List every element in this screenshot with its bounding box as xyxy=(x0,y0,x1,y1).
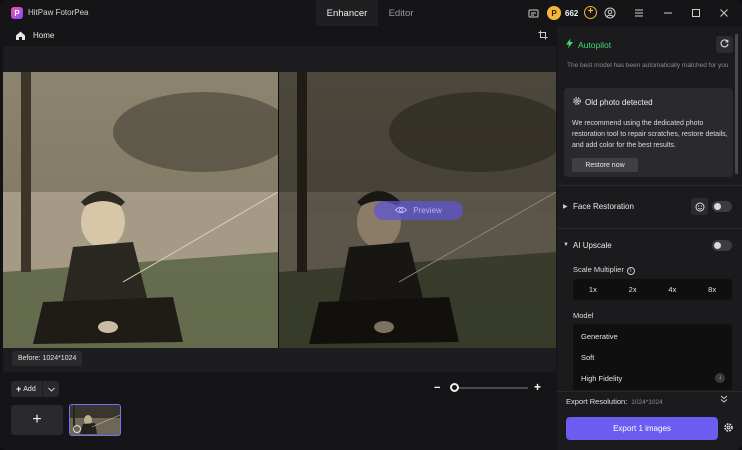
add-dropdown-chevron-icon[interactable] xyxy=(42,381,59,397)
scale-option-8x[interactable]: 8x xyxy=(692,279,732,300)
autopilot-label: Autopilot xyxy=(578,40,612,50)
credits-badge[interactable]: P 662 + xyxy=(547,5,597,21)
preview-button[interactable]: Preview xyxy=(374,201,463,220)
scale-multiplier-text: Scale Multiplier xyxy=(573,265,624,274)
scale-multiplier-label: Scale Multiplier i xyxy=(573,265,635,275)
download-icon[interactable]: ↓ xyxy=(715,373,725,383)
coin-icon: P xyxy=(547,6,561,20)
preview-label: Preview xyxy=(413,206,442,215)
before-resolution-label: Before: 1024*1024 xyxy=(12,351,83,366)
maximize-icon[interactable] xyxy=(689,6,703,20)
scale-option-1x[interactable]: 1x xyxy=(573,279,613,300)
export-button[interactable]: Export 1 images xyxy=(566,417,718,440)
credits-count: 662 xyxy=(565,8,579,18)
image-canvas[interactable]: Preview Before: 1024*1024 xyxy=(3,46,556,372)
autopilot-row: Autopilot xyxy=(565,36,733,54)
app-logo-icon: P xyxy=(11,7,23,19)
autopilot-description: The best model has been automatically ma… xyxy=(567,62,729,69)
info-icon[interactable]: i xyxy=(626,267,635,275)
face-restoration-label: Face Restoration xyxy=(573,202,634,211)
home-icon[interactable] xyxy=(15,30,27,42)
image-thumbnail[interactable] xyxy=(69,404,121,436)
mode-tabs: Enhancer Editor xyxy=(316,0,424,26)
app-title: HitPaw FotorPea xyxy=(28,8,89,17)
home-bar: Home xyxy=(0,26,556,46)
refresh-icon xyxy=(720,39,729,50)
face-restoration-toggle[interactable] xyxy=(712,201,732,212)
model-list: Generative Soft High Fidelity ↓ xyxy=(573,324,732,390)
expand-triangle-icon: ▶ xyxy=(563,204,568,210)
panel-scrollbar[interactable] xyxy=(735,34,738,174)
add-label: Add xyxy=(23,385,36,393)
home-link[interactable]: Home xyxy=(33,31,54,40)
zoom-out-button[interactable]: − xyxy=(434,382,442,394)
plus-icon: + xyxy=(16,384,22,394)
bolt-icon xyxy=(565,38,574,52)
image-tray: + Add − + + xyxy=(0,372,556,450)
scale-multiplier-options: 1x 2x 4x 8x xyxy=(573,279,732,300)
tab-editor[interactable]: Editor xyxy=(378,0,424,26)
section-divider xyxy=(557,391,742,392)
export-resolution-label: Export Resolution: xyxy=(566,397,628,406)
restore-now-button[interactable]: Restore now xyxy=(572,158,638,172)
model-label: Model xyxy=(573,311,594,320)
face-restoration-row[interactable]: ▶ Face Restoration xyxy=(563,198,733,216)
zoom-slider-handle[interactable] xyxy=(450,383,459,392)
old-photo-title: Old photo detected xyxy=(585,98,653,107)
add-credits-icon[interactable]: + xyxy=(584,6,597,19)
close-icon[interactable] xyxy=(717,6,731,20)
refresh-button[interactable] xyxy=(716,36,733,53)
add-image-tile[interactable]: + xyxy=(11,405,63,435)
model-option-generative[interactable]: Generative xyxy=(581,332,618,341)
title-bar: P HitPaw FotorPea Enhancer Editor P 662 … xyxy=(0,0,742,26)
zoom-slider-track[interactable] xyxy=(456,387,528,389)
double-chevron-down-icon[interactable] xyxy=(720,395,728,405)
gallery-icon[interactable] xyxy=(526,6,540,20)
export-resolution: Export Resolution: 1024*1024 xyxy=(566,397,663,406)
model-option-soft[interactable]: Soft xyxy=(581,353,594,362)
section-divider xyxy=(557,228,742,229)
menu-icon[interactable] xyxy=(632,6,646,20)
collapse-triangle-icon: ▼ xyxy=(563,242,569,248)
eye-icon xyxy=(395,206,408,216)
scale-option-2x[interactable]: 2x xyxy=(613,279,653,300)
ai-upscale-label: AI Upscale xyxy=(573,241,612,250)
app-window: P HitPaw FotorPea Enhancer Editor P 662 … xyxy=(0,0,742,450)
ai-upscale-toggle[interactable] xyxy=(712,240,732,251)
old-photo-body: We recommend using the dedicated photo r… xyxy=(572,120,728,149)
gear-icon xyxy=(572,96,582,109)
crop-icon[interactable] xyxy=(538,30,550,42)
ai-upscale-row[interactable]: ▼ AI Upscale xyxy=(563,237,733,255)
face-icon[interactable] xyxy=(691,198,708,215)
account-icon[interactable] xyxy=(603,6,617,20)
minimize-icon[interactable] xyxy=(661,6,675,20)
zoom-in-button[interactable]: + xyxy=(534,381,544,393)
export-resolution-value: 1024*1024 xyxy=(631,399,663,406)
export-settings-gear-icon[interactable] xyxy=(723,422,734,436)
before-image xyxy=(3,72,278,348)
section-divider xyxy=(557,185,742,186)
add-images-button[interactable]: + Add xyxy=(11,381,59,397)
tab-enhancer[interactable]: Enhancer xyxy=(316,0,378,26)
model-option-high-fidelity[interactable]: High Fidelity xyxy=(581,374,622,383)
old-photo-card: Old photo detected We recommend using th… xyxy=(564,88,733,177)
scale-option-4x[interactable]: 4x xyxy=(653,279,693,300)
clock-icon xyxy=(73,425,81,433)
